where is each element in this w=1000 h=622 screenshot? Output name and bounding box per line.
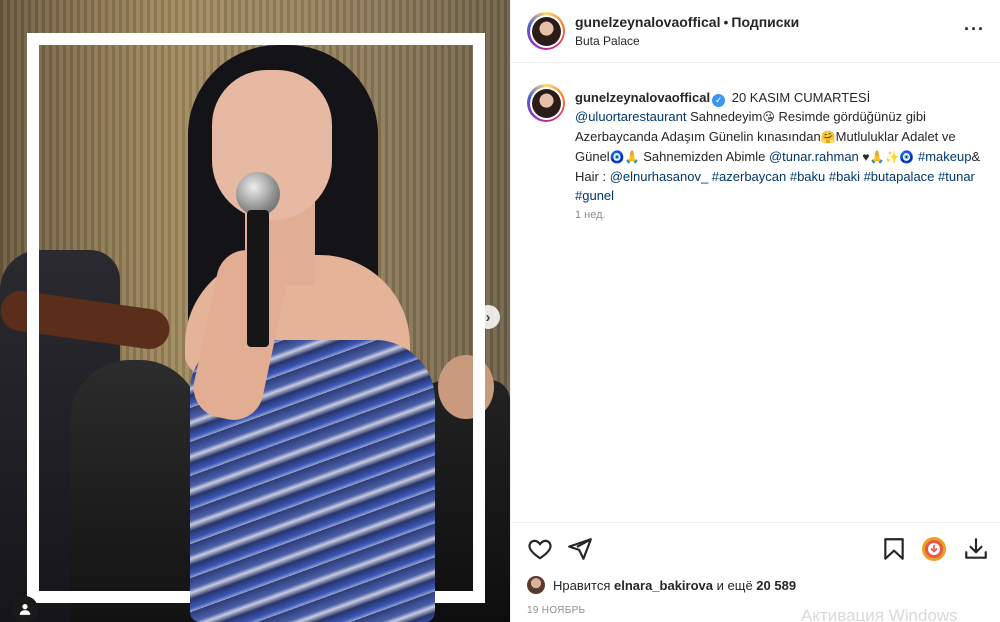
next-photo-button[interactable]: ›	[476, 305, 500, 329]
likes-count[interactable]: 20 589	[756, 578, 796, 593]
kiss-emoji-icon: 😘	[762, 110, 775, 124]
post-date: 19 НОЯБРЬ	[527, 605, 586, 616]
download-badge-button[interactable]	[921, 536, 947, 562]
likes-middle: и ещё	[716, 577, 753, 593]
microphone	[236, 172, 280, 347]
microphone-body	[247, 210, 269, 347]
more-horizontal-icon: ···	[964, 19, 985, 39]
caption-text: 20 KASIM CUMARTESİ	[731, 90, 871, 105]
mention-link[interactable]: @uluortarestaurant	[575, 109, 686, 124]
post-header: gunelzeynalovaoffical • Подписки Buta Pala…	[511, 0, 1000, 63]
caption-timestamp[interactable]: 1 нед.	[575, 209, 606, 221]
post-viewer: › gunelzeynalovaoffical • Подписки Buta Pa…	[0, 0, 1000, 622]
author-avatar[interactable]	[527, 12, 565, 50]
caption-text: Sahnemizden Abimle	[643, 149, 766, 164]
user-tag-icon	[19, 604, 31, 615]
evil-eye-pray-emoji-icon: 🧿🙏	[609, 150, 640, 164]
header-username-link[interactable]: gunelzeynalovaoffical	[575, 14, 720, 30]
more-options-button[interactable]: ···	[964, 19, 985, 39]
heart-icon[interactable]	[527, 536, 553, 562]
caption-username[interactable]: gunelzeynalovaoffical	[575, 90, 710, 105]
mention-link[interactable]: @elnurhasanov_	[610, 169, 708, 184]
following-button[interactable]: Подписки	[731, 14, 799, 30]
mention-link[interactable]: @tunar.rahman	[769, 149, 859, 164]
verified-badge-icon: ✓	[712, 94, 726, 107]
hashtag-link[interactable]: #makeup	[918, 149, 971, 164]
windows-activation-watermark: Активация Windows	[801, 606, 958, 622]
post-side-panel: gunelzeynalovaoffical • Подписки Buta Pala…	[510, 0, 1000, 622]
post-photo[interactable]: ›	[0, 0, 510, 622]
orange-download-icon	[922, 537, 946, 561]
header-separator: •	[723, 14, 729, 30]
liker-username[interactable]: elnara_bakirova	[614, 578, 713, 593]
send-icon[interactable]	[567, 536, 593, 562]
chevron-right-icon: ›	[485, 308, 491, 326]
hug-emoji-icon: 🤗	[820, 130, 836, 144]
caption-text: Sahnedeyim	[690, 109, 763, 124]
location-link[interactable]: Buta Palace	[575, 34, 640, 48]
header-username-row: gunelzeynalovaoffical • Подписки	[575, 14, 799, 30]
caption-avatar[interactable]	[527, 84, 565, 122]
download-icon[interactable]	[963, 536, 989, 562]
bookmark-icon[interactable]	[881, 536, 907, 562]
liker-avatar[interactable]	[527, 576, 545, 594]
heart-pray-sparkle-emoji-icon: ♥🙏✨🧿	[862, 150, 915, 164]
avatar-image	[531, 88, 561, 118]
tagged-users-button[interactable]	[12, 596, 38, 622]
likes-row: Нравится elnara_bakirova и ещё 20 589	[527, 576, 796, 594]
action-bar	[511, 522, 1000, 570]
likes-prefix: Нравится	[553, 577, 611, 593]
post-caption: gunelzeynalovaoffical ✓ 20 KASIM CUMARTES…	[575, 88, 985, 205]
avatar-image	[531, 16, 561, 46]
